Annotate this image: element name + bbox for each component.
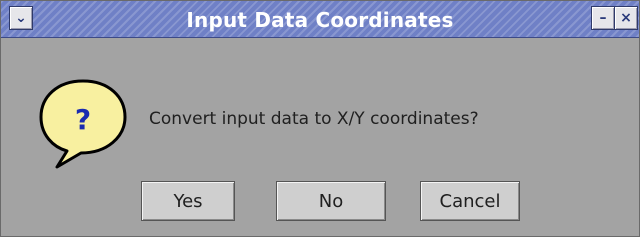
title-bar[interactable]: ⌄ Input Data Coordinates – × <box>1 1 639 38</box>
dialog-window: ⌄ Input Data Coordinates – × ? Convert i… <box>0 0 640 237</box>
cancel-button-label: Cancel <box>439 190 501 212</box>
yes-button[interactable]: Yes <box>141 181 235 221</box>
window-title: Input Data Coordinates <box>186 8 454 32</box>
chevron-down-icon[interactable]: ⌄ <box>9 6 33 30</box>
close-icon[interactable]: × <box>614 6 638 30</box>
dialog-message: Convert input data to X/Y coordinates? <box>149 109 479 129</box>
question-bubble-icon: ? <box>37 77 129 169</box>
minimize-icon[interactable]: – <box>591 6 615 30</box>
no-button[interactable]: No <box>276 181 386 221</box>
no-button-label: No <box>318 190 344 212</box>
question-bubble-svg: ? <box>39 79 127 169</box>
question-mark-glyph: ? <box>75 103 91 136</box>
yes-button-label: Yes <box>173 190 203 212</box>
cancel-button[interactable]: Cancel <box>420 181 520 221</box>
